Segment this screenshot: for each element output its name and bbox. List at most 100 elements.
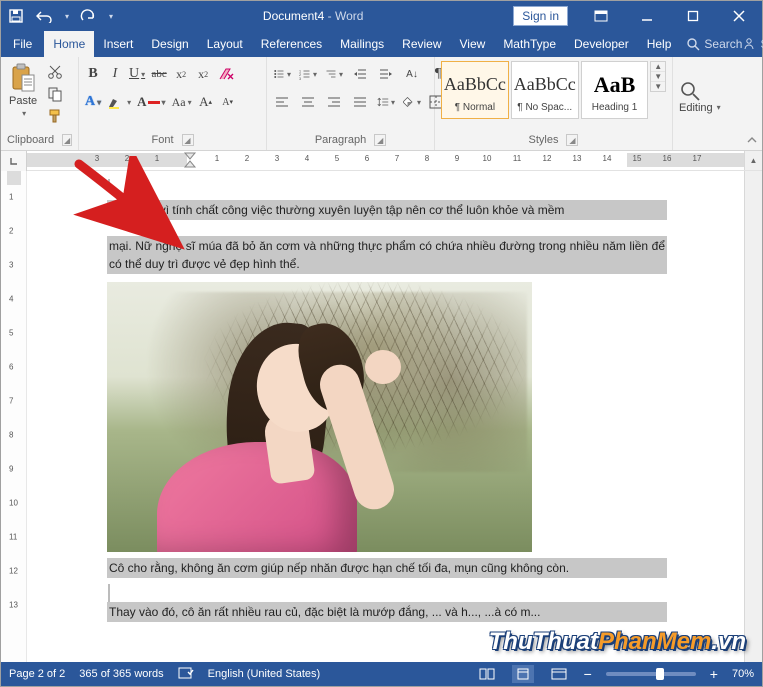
tab-help[interactable]: Help [638, 31, 681, 57]
numbering-button[interactable]: 123▾ [299, 65, 317, 83]
copy-icon[interactable] [45, 85, 65, 103]
zoom-slider[interactable] [606, 672, 696, 676]
ruler-tick: 16 [663, 154, 672, 163]
ruler-tick: 4 [305, 154, 309, 163]
paragraph-launcher-icon[interactable]: ◢ [374, 134, 386, 146]
share-button[interactable]: Share [742, 31, 763, 57]
tab-home[interactable]: Home [44, 31, 94, 57]
vertical-ruler[interactable]: 12345678910111213 [1, 171, 27, 662]
grow-font-button[interactable]: A▴ [198, 93, 214, 111]
tab-references[interactable]: References [252, 31, 331, 57]
editing-dropdown[interactable]: Editing▾ [679, 102, 721, 114]
shrink-font-button[interactable]: A▾ [220, 93, 236, 111]
style-heading1[interactable]: AaB Heading 1 [581, 61, 649, 119]
paragraph-4[interactable]: Thay vào đó, cô ăn rất nhiều rau củ, đặc… [107, 602, 667, 622]
ruler-v-tick: 6 [9, 363, 13, 372]
paragraph-1[interactable]: Cô tiết lộ vì tính chất công việc thường… [107, 200, 667, 220]
clear-formatting-icon[interactable] [217, 65, 235, 83]
underline-button[interactable]: U▾ [129, 65, 145, 83]
ruler-tick: 11 [513, 154, 521, 163]
ruler-v-tick: 7 [9, 397, 13, 406]
tab-mathtype[interactable]: MathType [494, 31, 565, 57]
status-spellcheck-icon[interactable] [178, 667, 194, 681]
zoom-level[interactable]: 70% [732, 668, 754, 680]
font-launcher-icon[interactable]: ◢ [182, 134, 194, 146]
styles-gallery-scroll[interactable]: ▲ ▼ ▼ [650, 61, 666, 92]
status-words[interactable]: 365 of 365 words [79, 668, 163, 680]
paste-button[interactable]: Paste ▾ [7, 61, 39, 120]
minimize-button[interactable] [624, 1, 670, 31]
group-styles: AaBbCc ¶ Normal AaBbCc ¶ No Spac... AaB … [435, 57, 673, 150]
align-left-button[interactable] [273, 93, 291, 111]
title-bar: ▾ ▾ Document4 - Word Sign in [1, 1, 762, 31]
first-line-indent-marker[interactable] [183, 151, 197, 169]
tab-layout[interactable]: Layout [198, 31, 252, 57]
font-color-button[interactable]: A▾ [137, 93, 165, 111]
format-painter-icon[interactable] [45, 107, 65, 125]
sort-button[interactable]: A↓ [403, 65, 421, 83]
chevron-down-icon[interactable]: ▼ [651, 72, 665, 82]
shading-button[interactable]: ▾ [403, 93, 421, 111]
style-no-spacing[interactable]: AaBbCc ¶ No Spac... [511, 61, 579, 119]
undo-icon[interactable] [35, 7, 53, 25]
tab-file[interactable]: File [1, 31, 44, 57]
tab-view[interactable]: View [451, 31, 495, 57]
zoom-out-button[interactable]: − [584, 666, 592, 682]
zoom-in-button[interactable]: + [710, 666, 718, 682]
align-center-button[interactable] [299, 93, 317, 111]
clipboard-launcher-icon[interactable]: ◢ [62, 134, 72, 146]
justify-button[interactable] [351, 93, 369, 111]
cut-icon[interactable] [45, 63, 65, 81]
ribbon-display-options-icon[interactable] [578, 1, 624, 31]
text-effects-button[interactable]: A▾ [85, 93, 101, 111]
ribbon: Paste ▾ Clipboard◢ B I U▾ abc x2 x2 [1, 57, 762, 151]
horizontal-ruler[interactable]: 3211234567891011121314151617 ▲ [1, 151, 762, 171]
document-image[interactable] [107, 282, 532, 552]
bullets-button[interactable]: ▾ [273, 65, 291, 83]
ruler-v-tick: 13 [9, 601, 18, 610]
align-right-button[interactable] [325, 93, 343, 111]
italic-button[interactable]: I [107, 65, 123, 83]
tab-selector-icon[interactable] [1, 151, 27, 171]
highlight-button[interactable]: ▾ [107, 93, 131, 111]
find-icon[interactable] [679, 80, 701, 102]
tab-review[interactable]: Review [393, 31, 450, 57]
web-layout-icon[interactable] [548, 665, 570, 683]
redo-icon[interactable] [79, 7, 97, 25]
tab-design[interactable]: Design [142, 31, 197, 57]
collapse-ribbon-icon[interactable] [743, 57, 761, 150]
chevron-up-icon[interactable]: ▲ [651, 62, 665, 72]
decrease-indent-button[interactable] [351, 65, 369, 83]
line-spacing-button[interactable]: ▾ [377, 93, 395, 111]
tab-insert[interactable]: Insert [94, 31, 142, 57]
tell-me-search[interactable]: Search [686, 31, 742, 57]
status-language[interactable]: English (United States) [208, 668, 321, 680]
status-page[interactable]: Page 2 of 2 [9, 668, 65, 680]
style-normal[interactable]: AaBbCc ¶ Normal [441, 61, 509, 119]
maximize-button[interactable] [670, 1, 716, 31]
close-button[interactable] [716, 1, 762, 31]
page-canvas[interactable]: Cô tiết lộ vì tính chất công việc thường… [27, 171, 744, 662]
sign-in-button[interactable]: Sign in [513, 6, 568, 26]
multilevel-list-button[interactable]: ▾ [325, 65, 343, 83]
scroll-up-button[interactable]: ▲ [744, 151, 762, 170]
ruler-tick: 13 [573, 154, 582, 163]
bold-button[interactable]: B [85, 65, 101, 83]
print-layout-icon[interactable] [512, 665, 534, 683]
vertical-scrollbar[interactable] [744, 171, 762, 662]
tab-developer[interactable]: Developer [565, 31, 638, 57]
superscript-button[interactable]: x2 [195, 65, 211, 83]
read-mode-icon[interactable] [476, 665, 498, 683]
subscript-button[interactable]: x2 [173, 65, 189, 83]
undo-dropdown-icon[interactable]: ▾ [65, 12, 69, 21]
save-icon[interactable] [7, 7, 25, 25]
change-case-button[interactable]: Aa▾ [172, 93, 192, 111]
styles-launcher-icon[interactable]: ◢ [566, 134, 578, 146]
increase-indent-button[interactable] [377, 65, 395, 83]
strikethrough-button[interactable]: abc [151, 65, 167, 83]
paragraph-3[interactable]: Cô cho rằng, không ăn cơm giúp nếp nhăn … [107, 558, 667, 578]
styles-more-icon[interactable]: ▼ [651, 82, 665, 91]
paragraph-2[interactable]: mại. Nữ nghệ sĩ múa đã bỏ ăn cơm và nhữn… [107, 236, 667, 274]
tab-mailings[interactable]: Mailings [331, 31, 393, 57]
ruler-v-tick: 10 [9, 499, 18, 508]
